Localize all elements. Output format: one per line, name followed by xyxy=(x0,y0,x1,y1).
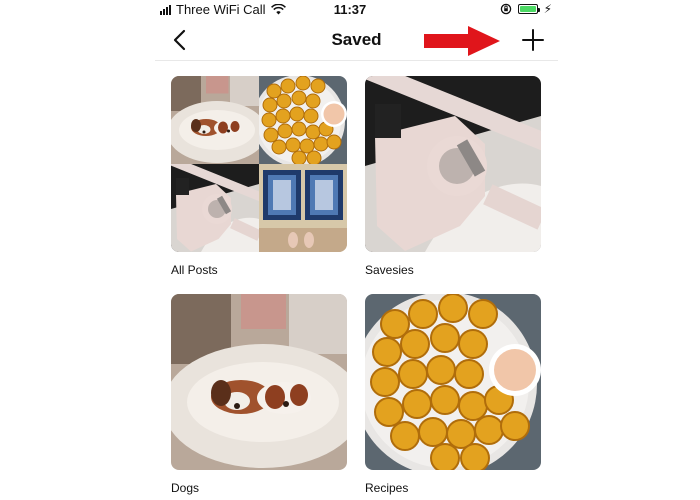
collection-thumbnail xyxy=(365,76,541,252)
collection-label: Savesies xyxy=(365,263,414,277)
status-bar: Three WiFi Call 11:37 ⚡ xyxy=(0,0,700,20)
red-arrow-icon xyxy=(424,26,500,56)
thumb-knit-photo xyxy=(259,164,347,252)
collection-all-posts[interactable]: All Posts xyxy=(171,76,347,277)
thumb-dryer-photo xyxy=(171,164,259,252)
battery-level xyxy=(519,6,536,12)
collection-label: All Posts xyxy=(171,263,218,277)
collection-label: Dogs xyxy=(171,481,200,495)
thumb-dogs-photo xyxy=(171,76,259,164)
thumb-chips-photo xyxy=(259,76,347,164)
collection-thumbnail xyxy=(365,294,541,470)
clock: 11:37 xyxy=(333,2,367,17)
add-collection-plus-icon[interactable] xyxy=(520,27,546,53)
status-icons: ⚡ xyxy=(500,3,552,15)
collection-thumbnail xyxy=(171,294,347,470)
collection-dogs[interactable]: Dogs xyxy=(171,294,347,495)
battery-icon xyxy=(517,4,540,14)
orientation-lock-icon xyxy=(500,3,511,15)
charging-bolt-icon: ⚡ xyxy=(543,2,552,16)
collection-thumbnail-grid xyxy=(171,76,347,252)
collection-label: Recipes xyxy=(365,481,409,495)
collection-recipes[interactable]: Recipes xyxy=(365,294,541,495)
collection-savesies[interactable]: Savesies xyxy=(365,76,541,277)
